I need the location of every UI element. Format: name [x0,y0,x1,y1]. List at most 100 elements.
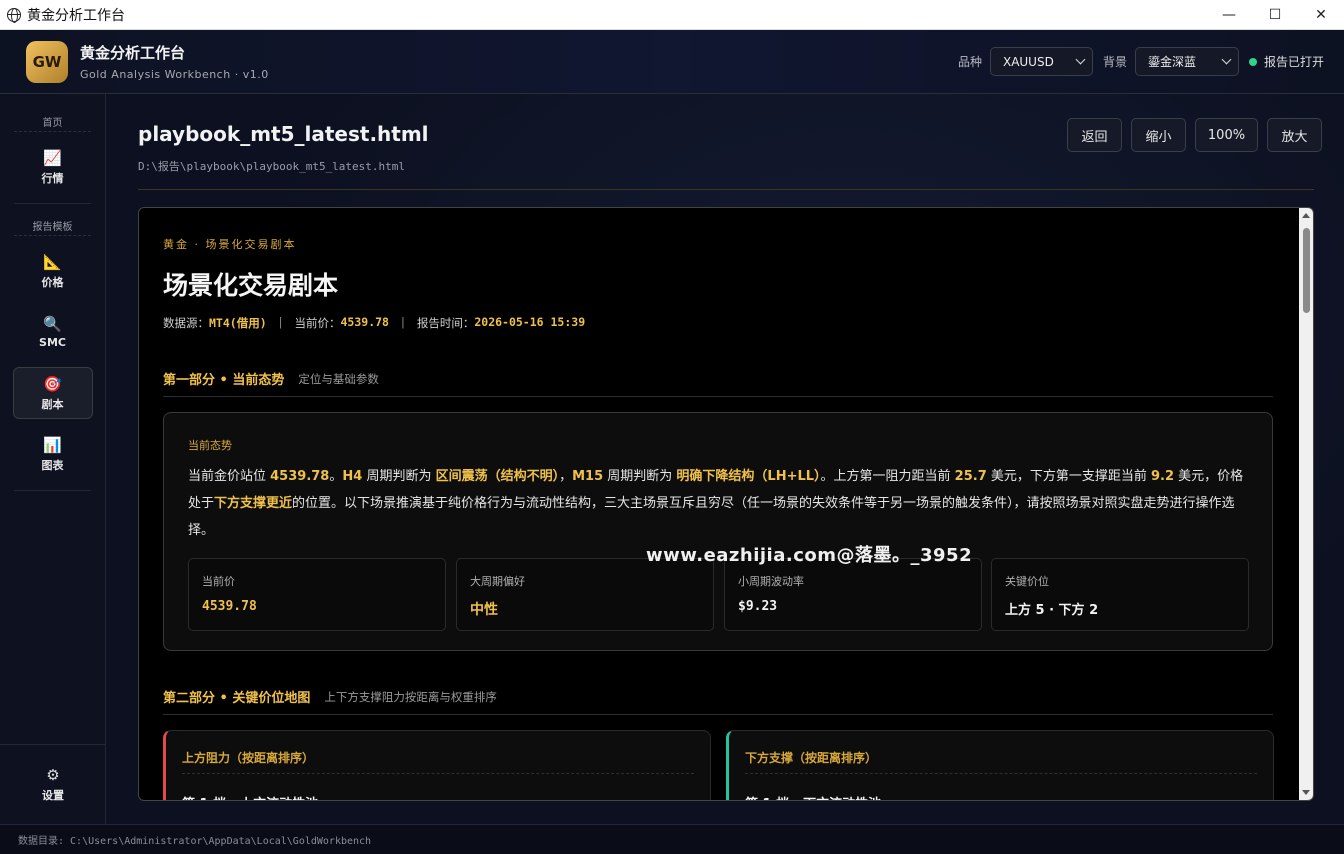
stat-label: 关键价位 [1005,575,1049,588]
price-label: 当前价： [294,316,341,330]
status-card: 当前态势 当前金价站位 4539.78。H4 周期判断为 区间震荡（结构不明），… [163,412,1273,651]
chart-up-icon: 📈 [43,148,62,167]
background-label: 背景 [1102,55,1127,69]
sidebar-item-label: 设置 [42,789,64,802]
section-1-title: 第一部分 • 当前态势 [163,373,285,388]
report-kicker: 黄金 · 场景化交易剧本 [163,238,297,251]
stat-current-price: 当前价 4539.78 [188,558,446,631]
stat-label: 小周期波动率 [738,575,804,588]
symbol-label: 品种 [957,55,982,69]
maximize-button[interactable]: ☐ [1252,0,1298,30]
section-1-subtitle: 定位与基础参数 [298,372,379,386]
app-logo: GW [26,40,68,83]
support-item: 第 1 档 · 下方流动性池 [745,793,881,800]
sidebar-item-charts[interactable]: 📊 图表 [13,428,93,480]
section-2-title: 第二部分 • 关键价位地图 [163,691,311,706]
resistance-panel: 上方阻力（按距离排序） 第 1 档 · 上方流动性池 [163,730,711,800]
scroll-thumb[interactable] [1303,228,1310,313]
gear-icon: ⚙ [46,766,60,784]
sidebar-item-playbook[interactable]: 🎯 剧本 [12,367,93,419]
main-divider [138,189,1314,190]
brand: 黄金分析工作台 Gold Analysis Workbench · v1.0 [80,42,269,81]
sidebar-divider [14,490,91,491]
panel-divider [745,773,1257,774]
report-meta: 数据源： MT4(借用) | 当前价： 4539.78 | 报告时间： 2026… [163,315,585,331]
status-card-label: 当前态势 [188,439,232,452]
chevron-down-icon [1075,54,1086,65]
scroll-up-arrow-icon[interactable] [1302,213,1310,218]
document-title: playbook_mt5_latest.html [138,122,429,146]
support-panel: 下方支撑（按距离排序） 第 1 档 · 下方流动性池 [726,730,1274,800]
main-area: playbook_mt5_latest.html D:\报告\playbook\… [106,94,1344,824]
back-button[interactable]: 返回 [1067,118,1122,152]
app-header: GW 黄金分析工作台 Gold Analysis Workbench · v1.… [0,30,1344,94]
stat-label: 当前价 [202,575,235,588]
resistance-item: 第 1 档 · 上方流动性池 [182,793,318,800]
data-directory-text: 数据目录: C:\Users\Administrator\AppData\Loc… [18,836,372,847]
toolbar: 返回 缩小 100% 放大 [1058,118,1322,152]
bar-chart-icon: 📊 [43,435,62,454]
watermark: www.eazhijia.com@落墨。_3952 [646,545,973,566]
zoom-in-button[interactable]: 放大 [1267,118,1322,152]
sidebar-item-label: 价格 [41,275,64,289]
target-icon: 🎯 [43,374,62,393]
sidebar-section-templates: 报告模板 [14,204,91,236]
magnifier-icon: 🔍 [43,315,62,333]
sidebar-item-smc[interactable]: 🔍 SMC [13,306,93,358]
app-title: 黄金分析工作台 [80,44,186,62]
symbol-select[interactable]: XAUUSD [989,47,1093,76]
sidebar-section-home: 首页 [14,94,91,132]
background-select[interactable]: 鎏金深蓝 [1134,47,1239,76]
stat-value: 上方 5 · 下方 2 [1005,603,1099,618]
sidebar-item-settings[interactable]: ⚙ 设置 [0,744,106,824]
section-2-subtitle: 上下方支撑阻力按距离与权重排序 [324,690,497,704]
ruler-triangle-icon: 📐 [43,252,62,271]
stat-label: 大周期偏好 [470,575,525,588]
source-value: MT4(借用) [209,316,267,330]
section-2-header: 第二部分 • 关键价位地图 上下方支撑阻力按距离与权重排序 [163,687,1273,715]
background-select-value: 鎏金深蓝 [1147,55,1196,69]
section-1-header: 第一部分 • 当前态势 定位与基础参数 [163,369,1273,397]
meta-separator: | [278,315,283,329]
time-value: 2026-05-16 15:39 [474,315,586,329]
sidebar-item-label: 剧本 [41,397,64,411]
report-scrollbar[interactable] [1299,208,1313,800]
globe-icon [7,7,21,23]
stat-value: $9.23 [738,599,778,614]
zoom-out-button[interactable]: 缩小 [1131,118,1186,152]
sidebar-item-label: 图表 [41,458,64,472]
app-subtitle: Gold Analysis Workbench · v1.0 [80,68,269,81]
status-bar: 数据目录: C:\Users\Administrator\AppData\Loc… [0,824,1344,854]
window-controls: — ☐ ✕ [1206,0,1344,30]
os-titlebar: 黄金分析工作台 — ☐ ✕ [0,0,1344,30]
stat-value: 4539.78 [202,599,257,614]
zoom-reset-button[interactable]: 100% [1195,118,1258,152]
stat-volatility: 小周期波动率 $9.23 [724,558,982,631]
meta-separator: | [400,315,405,329]
resistance-title: 上方阻力（按距离排序） [182,751,315,765]
close-button[interactable]: ✕ [1298,0,1344,30]
document-path: D:\报告\playbook\playbook_mt5_latest.html [138,160,406,173]
price-value: 4539.78 [340,315,389,329]
header-controls: 品种 XAUUSD 背景 鎏金深蓝 报告已打开 [958,47,1324,76]
report-title: 场景化交易剧本 [163,271,339,300]
stat-value: 中性 [470,602,498,618]
status-text: 报告已打开 [1263,55,1324,69]
chevron-down-icon [1221,54,1232,65]
source-label: 数据源： [163,316,209,330]
panel-divider [182,773,694,774]
scroll-down-arrow-icon[interactable] [1302,790,1310,795]
minimize-button[interactable]: — [1206,0,1252,30]
sidebar-item-label: 行情 [41,171,64,185]
stat-major-bias: 大周期偏好 中性 [456,558,714,631]
status-dot-icon [1248,57,1257,66]
report-frame[interactable]: 黄金 · 场景化交易剧本 场景化交易剧本 数据源： MT4(借用) | 当前价：… [138,207,1314,801]
sidebar-item-price[interactable]: 📐 价格 [13,245,93,297]
sidebar: 首页 📈 行情 报告模板 📐 价格 🔍 SMC 🎯 剧本 📊 图表 ⚙ 设置 [0,94,106,824]
status-card-text: 当前金价站位 4539.78。H4 周期判断为 区间震荡（结构不明），M15 周… [188,469,1244,538]
support-title: 下方支撑（按距离排序） [745,751,878,765]
time-label: 报告时间： [416,316,475,330]
sidebar-item-market[interactable]: 📈 行情 [13,141,93,193]
window-title: 黄金分析工作台 [27,7,125,24]
symbol-select-value: XAUUSD [1002,54,1054,69]
